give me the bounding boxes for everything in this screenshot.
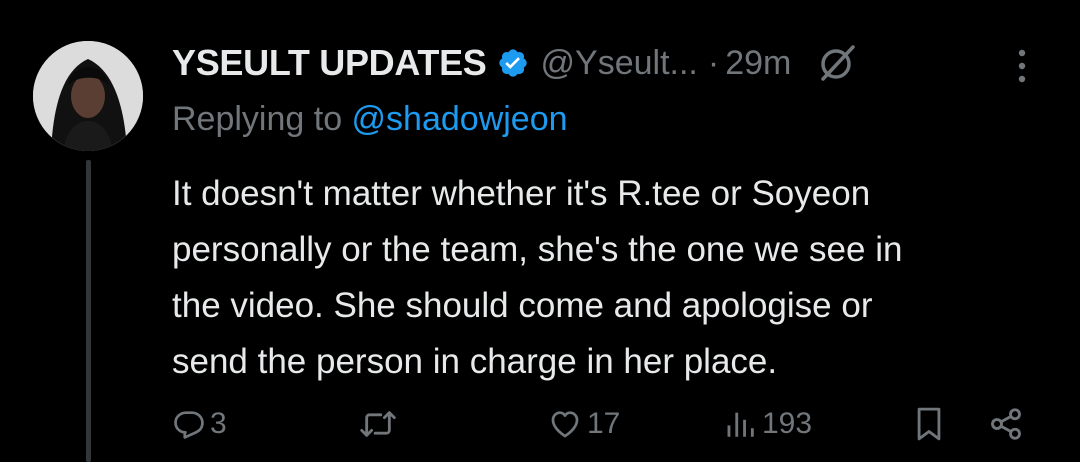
views-button[interactable]: 193 [724, 400, 812, 448]
author-handle[interactable]: @Yseult... [541, 44, 698, 83]
grok-icon[interactable] [817, 43, 857, 83]
retweet-button[interactable] [358, 400, 402, 448]
views-chart-icon [724, 407, 758, 441]
tweet-header: YSEULT UPDATES @Yseult... · 29m [172, 38, 857, 88]
display-name[interactable]: YSEULT UPDATES [172, 42, 487, 84]
avatar[interactable] [33, 41, 143, 151]
like-count: 17 [587, 407, 621, 440]
retweet-icon [358, 407, 398, 441]
heart-icon [547, 407, 583, 441]
tweet-text-line: the video. She should come and apologise… [172, 286, 873, 325]
reply-button[interactable]: 3 [172, 400, 227, 448]
reply-count: 3 [210, 407, 227, 440]
more-vertical-icon[interactable] [1012, 44, 1032, 88]
reply-mention-link[interactable]: @shadowjeon [352, 100, 568, 138]
tweet-time[interactable]: 29m [725, 44, 791, 83]
tweet-text-line: It doesn't matter whether it's R.tee or … [172, 174, 871, 213]
share-button[interactable] [988, 400, 1024, 448]
bookmark-button[interactable] [912, 400, 946, 448]
tweet-text: It doesn't matter whether it's R.tee or … [172, 166, 1052, 390]
share-icon [988, 406, 1024, 442]
replying-to-label: Replying to [172, 100, 352, 138]
tweet-text-line: personally or the team, she's the one we… [172, 230, 903, 269]
view-count: 193 [762, 407, 813, 440]
replying-to: Replying to @shadowjeon [172, 100, 568, 139]
verified-badge-icon [497, 47, 529, 79]
tweet[interactable]: YSEULT UPDATES @Yseult... · 29m Replying… [0, 0, 1080, 462]
action-bar: 3 17 193 [0, 400, 1080, 448]
reply-icon [172, 407, 206, 441]
separator-dot: · [707, 43, 720, 82]
tweet-text-line: send the person in charge in her place. [172, 342, 778, 381]
like-button[interactable]: 17 [547, 400, 620, 448]
bookmark-icon [912, 405, 946, 443]
